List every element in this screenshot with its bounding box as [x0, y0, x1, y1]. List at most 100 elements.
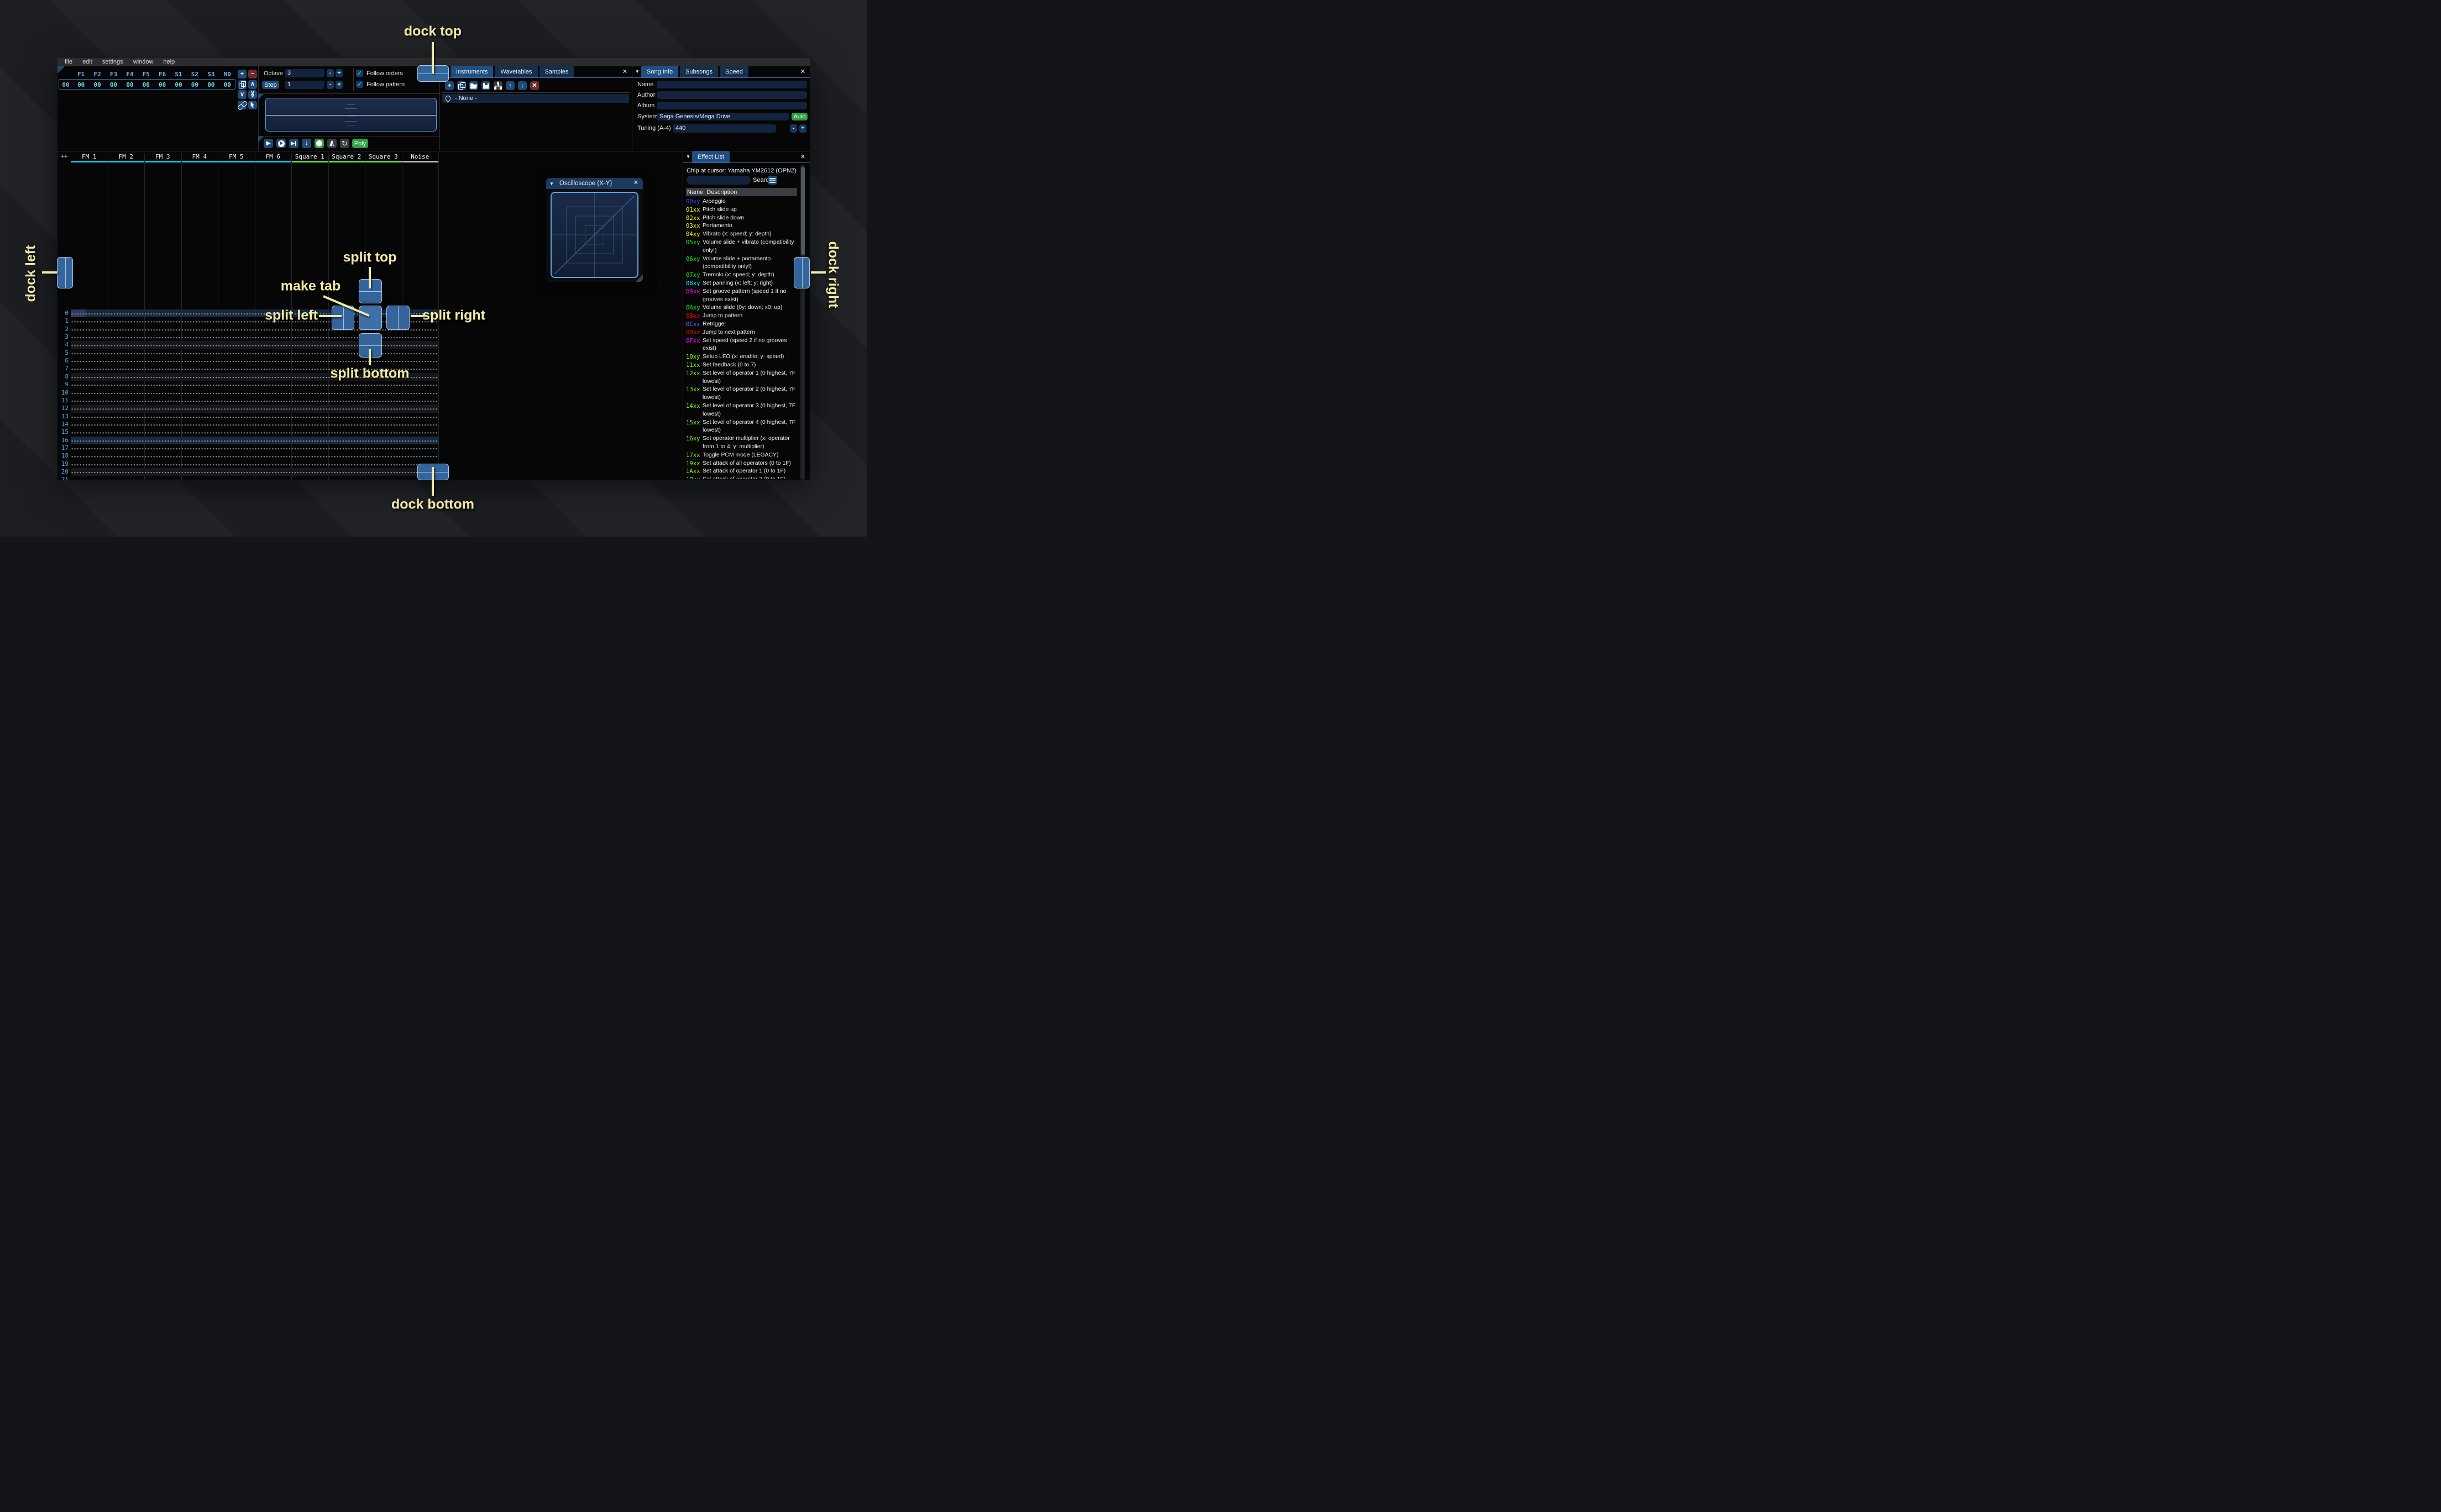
resize-grip[interactable] [636, 275, 643, 282]
duplicate-order-button[interactable] [238, 80, 247, 89]
close-icon[interactable]: ✕ [622, 69, 627, 76]
name-input[interactable] [657, 81, 807, 88]
channel-header-fm-3[interactable]: FM 3 [144, 153, 181, 162]
orders-value-f1[interactable]: 00 [73, 81, 89, 88]
repeat-pattern-button[interactable]: ↻ [340, 139, 349, 148]
delete-instrument-button[interactable]: ✕ [530, 81, 539, 90]
effect-row-13xx[interactable]: 13xx Set level of operator 2 (0 highest, … [686, 386, 801, 402]
effect-row-01xx[interactable]: 01xx Pitch slide up [686, 206, 801, 214]
step-row-button[interactable]: ↓ [302, 139, 311, 148]
move-order-up-button[interactable]: ∧ [248, 80, 257, 89]
instruments-tab-samples[interactable]: Samples [539, 66, 574, 77]
channel-header-fm-5[interactable]: FM 5 [218, 153, 255, 162]
pattern-row-15[interactable]: 15 [57, 428, 438, 437]
orders-value-s1[interactable]: 00 [170, 81, 186, 88]
record-button[interactable] [315, 139, 324, 148]
open-instrument-button[interactable] [469, 81, 478, 90]
effect-row-15xx[interactable]: 15xx Set level of operator 4 (0 highest, … [686, 419, 801, 435]
effect-row-04xy[interactable]: 04xy Vibrato (x: speed; y: depth) [686, 230, 801, 239]
pattern-row-16[interactable]: 16 [57, 436, 438, 444]
effect-row-02xx[interactable]: 02xx Pitch slide down [686, 214, 801, 223]
duplicate-instrument-button[interactable] [457, 81, 466, 90]
pattern-row-14[interactable]: 14 [57, 420, 438, 429]
effect-row-10xy[interactable]: 10xy Setup LFO (x: enable; y: speed) [686, 353, 801, 361]
add-order-button[interactable]: + [238, 70, 247, 78]
move-order-down-button[interactable]: ∨ [238, 90, 247, 99]
instruments-tab-instruments[interactable]: Instruments [451, 66, 494, 77]
pattern-row-20[interactable]: 20 [57, 468, 438, 476]
effect-row-0dxx[interactable]: 0Dxx Jump to next pattern [686, 329, 801, 337]
effect-row-08xy[interactable]: 08xy Set panning (x: left; y: right) [686, 280, 801, 288]
pattern-row-9[interactable]: 9 [57, 381, 438, 389]
author-input[interactable] [657, 91, 807, 99]
orders-value-f4[interactable]: 00 [122, 81, 138, 88]
split-left-target[interactable] [332, 306, 354, 330]
play-pattern-button[interactable] [276, 139, 286, 148]
pattern-row-11[interactable]: 11 [57, 396, 438, 405]
orders-value-f3[interactable]: 00 [106, 81, 122, 88]
step-input[interactable]: 1 [285, 81, 324, 89]
instrument-folders-button[interactable] [494, 81, 502, 90]
save-instrument-button[interactable] [481, 81, 490, 90]
effect-row-14xx[interactable]: 14xx Set level of operator 3 (0 highest, … [686, 402, 801, 419]
effect-row-1bxx[interactable]: 1BxxSet attack of operator 2 (0 to 1F) [686, 476, 801, 479]
octave-decrease-button[interactable]: - [327, 69, 334, 77]
play-button[interactable]: ▶ [264, 139, 273, 148]
menu-item-help[interactable]: help [158, 58, 180, 66]
pattern-row-21[interactable]: 21 [57, 476, 438, 480]
oscilloscope-titlebar[interactable]: ▼ Oscilloscope (X-Y) ✕ [546, 178, 643, 189]
pattern-row-18[interactable]: 18 [57, 452, 438, 460]
effect-row-03xx[interactable]: 03xx Portamento [686, 222, 801, 230]
channel-header-fm-6[interactable]: FM 6 [254, 153, 291, 162]
duplicate-order-end-button[interactable]: ∨ ∨ [248, 90, 257, 99]
collapse-icon[interactable]: ▼ [549, 181, 554, 187]
channel-header-fm-2[interactable]: FM 2 [107, 153, 144, 162]
channel-header-fm-1[interactable]: FM 1 [71, 153, 108, 162]
effect-row-0fxx[interactable]: 0Fxx Set speed (speed 2 if no grooves exi… [686, 337, 801, 354]
effect-row-1axx[interactable]: 1Axx Set attack of operator 1 (0 to 1F) [686, 468, 801, 476]
system-input[interactable]: Sega Genesis/Mega Drive [657, 113, 789, 120]
pattern-row-12[interactable]: 12 [57, 405, 438, 413]
orders-value-s2[interactable]: 00 [187, 81, 203, 88]
effect-row-11xx[interactable]: 11xx Set feedback (0 to 7) [686, 361, 801, 370]
menu-item-settings[interactable]: settings [97, 58, 128, 66]
split-right-target[interactable] [386, 306, 410, 330]
effect-row-09xx[interactable]: 09xx Set groove pattern (speed 1 if no gr… [686, 288, 801, 305]
close-icon[interactable]: ✕ [633, 180, 638, 187]
pattern-row-17[interactable]: 17 [57, 444, 438, 453]
channel-header-fm-4[interactable]: FM 4 [181, 153, 218, 162]
follow-orders-checkbox[interactable]: ✓ [356, 70, 363, 77]
effect-search-input[interactable] [687, 176, 751, 185]
effect-row-0axy[interactable]: 0Axy Volume slide (0y: down; x0: up) [686, 304, 801, 312]
pattern-add-channels-button[interactable]: ++ [59, 153, 70, 160]
channel-header-noise[interactable]: Noise [401, 153, 438, 162]
orders-value-f5[interactable]: 00 [138, 81, 154, 88]
orders-value-f6[interactable]: 00 [154, 81, 170, 88]
effect-row-00xy[interactable]: 00xy Arpeggio [686, 198, 801, 206]
song-info-tab-subsongs[interactable]: Subsongs [680, 66, 719, 77]
effect-row-0cxx[interactable]: 0Cxx Retrigger [686, 321, 801, 329]
effect-row-19xx[interactable]: 19xx Set attack of all operators (0 to 1F… [686, 460, 801, 468]
move-instrument-up-button[interactable]: ↑ [506, 81, 515, 90]
effect-row-12xx[interactable]: 12xx Set level of operator 1 (0 highest, … [686, 370, 801, 386]
song-info-tab-speed[interactable]: Speed [720, 66, 748, 77]
collapse-icon[interactable]: ▼ [686, 154, 690, 160]
instrument-list-item-none[interactable]: - None - [442, 94, 629, 103]
orders-value-s3[interactable]: 00 [203, 81, 219, 88]
tuning-increase-button[interactable]: + [799, 124, 806, 133]
orders-row-0[interactable]: 00 00 00 00 00 00 00 00 00 00 00 [59, 80, 235, 89]
step-decrease-button[interactable]: - [327, 81, 334, 89]
effect-row-16xy[interactable]: 16xy Set operator multiplier (x: operator… [686, 435, 801, 452]
add-instrument-button[interactable]: + [445, 81, 454, 90]
step-button[interactable]: Step [262, 81, 279, 89]
channel-header-square-2[interactable]: Square 2 [328, 153, 365, 162]
tuning-input[interactable]: 440 [673, 124, 776, 133]
poly-button[interactable]: Poly [352, 139, 368, 148]
menu-item-window[interactable]: window [128, 58, 159, 66]
remove-order-button[interactable]: − [248, 70, 257, 78]
octave-input[interactable]: 3 [285, 69, 324, 77]
auto-system-button[interactable]: Auto [792, 113, 808, 120]
album-input[interactable] [657, 102, 807, 109]
play-one-row-button[interactable]: ▶ [289, 139, 298, 148]
order-edit-mode-button[interactable] [248, 100, 257, 109]
